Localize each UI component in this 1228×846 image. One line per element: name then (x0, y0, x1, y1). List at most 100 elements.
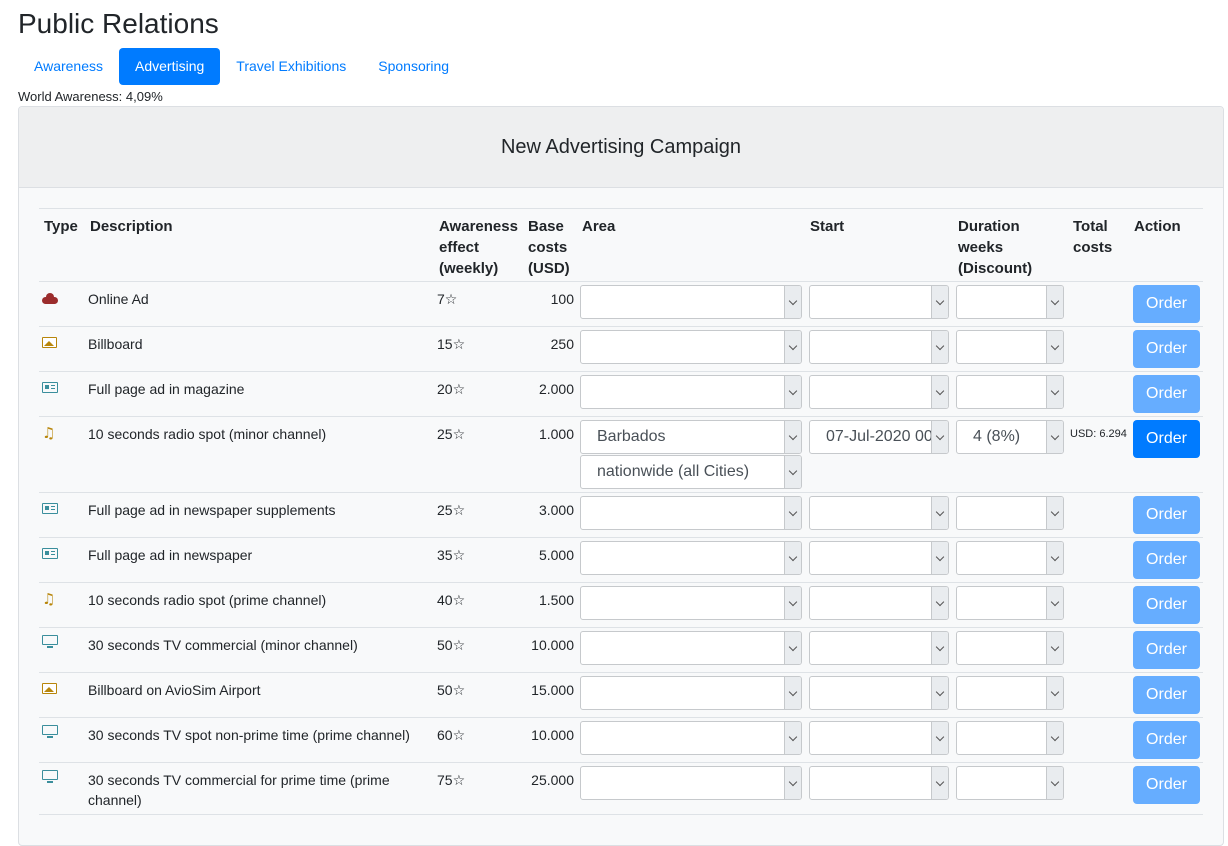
chevron-down-icon (931, 376, 948, 408)
awareness-value: 50 (437, 637, 453, 653)
area-select[interactable] (580, 721, 802, 755)
order-button[interactable]: Order (1133, 285, 1200, 323)
description-cell: Billboard (88, 336, 143, 352)
campaign-table: Type Description Awareness effect (weekl… (39, 208, 1203, 815)
chevron-down-icon (1046, 767, 1063, 799)
start-select[interactable] (809, 375, 949, 409)
type-cell (42, 724, 60, 738)
newspaper-icon (42, 382, 58, 393)
header-awareness-line2: effect (439, 239, 480, 256)
duration-select[interactable] (956, 631, 1064, 665)
start-select[interactable] (809, 496, 949, 530)
area-select[interactable] (580, 330, 802, 364)
area-select[interactable] (580, 676, 802, 710)
chevron-down-icon (931, 767, 948, 799)
start-select[interactable] (809, 766, 949, 800)
chevron-down-icon (931, 677, 948, 709)
duration-select[interactable] (956, 375, 1064, 409)
header-awareness-line3: (weekly) (439, 260, 499, 277)
awareness-cell: 15☆ (437, 334, 465, 354)
tab-sponsoring[interactable]: Sponsoring (362, 48, 465, 85)
order-button[interactable]: Order (1133, 541, 1200, 579)
area-select[interactable]: Barbados (580, 420, 802, 454)
page-title: Public Relations (18, 8, 219, 39)
duration-select[interactable] (956, 496, 1064, 530)
order-button[interactable]: Order (1133, 631, 1200, 669)
star-icon: ☆ (444, 291, 458, 307)
order-button[interactable]: Order (1133, 375, 1200, 413)
header-action: Action (1134, 218, 1181, 235)
area-select[interactable] (580, 631, 802, 665)
order-button[interactable]: Order (1133, 721, 1200, 759)
start-select[interactable]: 07-Jul-2020 00:00 (809, 420, 949, 454)
start-select[interactable] (809, 285, 949, 319)
tab-awareness[interactable]: Awareness (18, 48, 119, 85)
chevron-down-icon (784, 286, 801, 318)
order-button[interactable]: Order (1133, 330, 1200, 368)
chevron-down-icon (931, 286, 948, 318)
tab-advertising[interactable]: Advertising (119, 48, 221, 85)
duration-select[interactable] (956, 766, 1064, 800)
description-cell: 10 seconds radio spot (minor channel) (88, 426, 327, 442)
table-header: Type Description Awareness effect (weekl… (39, 209, 1203, 282)
chevron-down-icon (931, 497, 948, 529)
awareness-cell: 20☆ (437, 379, 465, 399)
chevron-down-icon (931, 421, 948, 453)
table-row: 30 seconds TV commercial (minor channel)… (39, 628, 1203, 673)
type-cell (42, 378, 60, 393)
start-select[interactable] (809, 721, 949, 755)
awareness-value: 75 (437, 772, 453, 788)
duration-select[interactable] (956, 541, 1064, 575)
header-total-costs: Total costs (1073, 216, 1112, 258)
duration-select[interactable] (956, 676, 1064, 710)
header-base-costs: Base costs (USD) (528, 216, 570, 279)
area-select[interactable] (580, 586, 802, 620)
awareness-value: 35 (437, 547, 453, 563)
base-cost-cell: 1.500 (538, 592, 574, 608)
awareness-value: 7 (437, 291, 445, 307)
table-row: Full page ad in newspaper 35☆ 5.000 Orde… (39, 538, 1203, 583)
duration-select[interactable]: 4 (8%) (956, 420, 1064, 454)
duration-select[interactable] (956, 721, 1064, 755)
area-select[interactable] (580, 766, 802, 800)
chevron-down-icon (784, 587, 801, 619)
chevron-down-icon (1046, 677, 1063, 709)
order-button[interactable]: Order (1133, 496, 1200, 534)
start-select[interactable] (809, 541, 949, 575)
header-duration-line3: (Discount) (958, 260, 1033, 277)
order-button[interactable]: Order (1133, 676, 1200, 714)
tab-travel-exhibitions[interactable]: Travel Exhibitions (220, 48, 362, 85)
duration-select[interactable] (956, 285, 1064, 319)
image-icon (42, 337, 57, 348)
city-select-value: nationwide (all Cities) (597, 463, 750, 480)
order-button[interactable]: Order (1133, 586, 1200, 624)
type-cell (42, 333, 60, 348)
start-select[interactable] (809, 631, 949, 665)
duration-select-value: 4 (8%) (973, 428, 1021, 445)
chevron-down-icon (784, 421, 801, 453)
type-cell (42, 769, 60, 783)
duration-select[interactable] (956, 330, 1064, 364)
awareness-cell: 75☆ (437, 770, 465, 790)
start-select[interactable] (809, 676, 949, 710)
base-cost-cell: 10.000 (531, 727, 574, 743)
type-cell (42, 288, 60, 304)
table-row: ♫ 10 seconds radio spot (prime channel) … (39, 583, 1203, 628)
area-select[interactable] (580, 375, 802, 409)
area-select[interactable] (580, 541, 802, 575)
start-select[interactable] (809, 330, 949, 364)
order-button[interactable]: Order (1133, 420, 1200, 458)
star-icon: ☆ (452, 502, 466, 518)
order-button[interactable]: Order (1133, 766, 1200, 804)
start-select[interactable] (809, 586, 949, 620)
awareness-cell: 50☆ (437, 680, 465, 700)
base-cost-cell: 100 (550, 291, 574, 307)
area-select[interactable] (580, 496, 802, 530)
world-awareness-text: World Awareness: 4,09% (18, 89, 163, 104)
campaign-card: New Advertising Campaign Type Descriptio… (18, 106, 1224, 846)
star-icon: ☆ (452, 592, 466, 608)
duration-select[interactable] (956, 586, 1064, 620)
area-select[interactable] (580, 285, 802, 319)
city-select[interactable]: nationwide (all Cities) (580, 455, 802, 489)
description-cell: Full page ad in magazine (88, 381, 245, 397)
